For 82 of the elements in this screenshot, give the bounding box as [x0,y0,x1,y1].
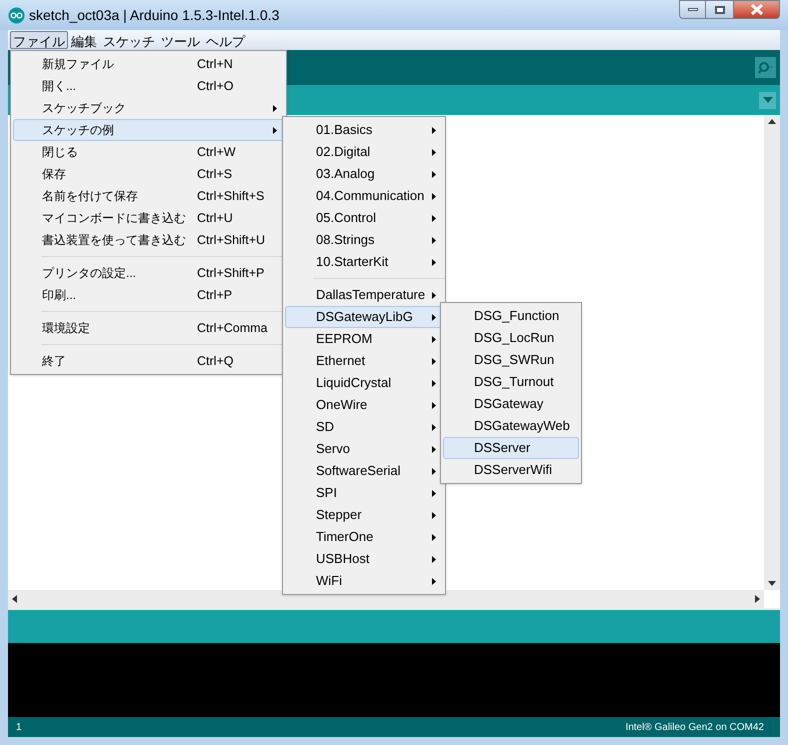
menu-item[interactable]: Servo [285,438,443,460]
submenu-arrow-icon [432,292,436,298]
menu-item[interactable]: Ethernet [285,350,443,372]
window-title: sketch_oct03a | Arduino 1.5.3-Intel.1.0.3 [29,6,280,25]
board-status: Intel® Galileo Gen2 on COM42 [625,720,765,734]
menu-item[interactable]: スケッチ [100,31,158,49]
close-button[interactable] [733,0,780,19]
submenu-arrow-icon [432,512,436,518]
menu-item[interactable]: DSGatewayWeb [443,415,579,437]
app-logo-icon [8,6,25,24]
maximize-button[interactable] [706,0,733,19]
scroll-right-icon[interactable] [755,595,760,603]
submenu-arrow-icon [432,148,436,156]
menu-item[interactable]: SoftwareSerial [285,460,443,482]
submenu-arrow-icon [273,126,277,134]
submenu-arrow-icon [432,402,436,408]
menu-item[interactable]: Stepper [285,504,443,526]
menu-item[interactable]: 保存 Ctrl+S [13,163,284,185]
scroll-up-icon[interactable] [768,119,776,124]
menu-item[interactable]: DSServerWifi [443,459,579,481]
submenu-arrow-icon [432,236,436,244]
menu-item[interactable]: DallasTemperature [285,284,443,306]
menu-item[interactable]: 閉じる Ctrl+W [13,141,284,163]
menu-item[interactable]: USBHost [285,548,443,570]
menu-item[interactable]: DSG_LocRun [443,327,579,349]
submenu-arrow-icon [432,380,436,386]
submenu-arrow-icon [432,314,436,320]
menu-item[interactable]: 印刷... Ctrl+P [13,284,284,306]
submenu-arrow-icon [432,170,436,178]
menu-item[interactable]: マイコンボードに書き込む Ctrl+U [13,207,284,229]
tab-menu-icon[interactable] [759,92,776,108]
submenu-arrow-icon [432,126,436,134]
menu-item[interactable]: 05.Control [285,207,443,229]
menu-item[interactable]: 開く... Ctrl+O [13,75,284,97]
menu-item[interactable]: スケッチの例 [13,119,284,141]
menu-item[interactable]: 01.Basics [285,119,443,141]
menu-item[interactable]: ヘルプ [203,31,248,49]
menu-item[interactable]: EEPROM [285,328,443,350]
menu-item[interactable]: ファイル [10,31,68,49]
submenu-arrow-icon [432,258,436,266]
menu-item[interactable]: スケッチブック [13,97,284,119]
scroll-down-icon[interactable] [768,581,776,586]
menu-item[interactable]: DSGatewayLibG [285,306,443,328]
minimize-button[interactable] [679,0,706,19]
menu-item[interactable]: DSG_Function [443,305,579,327]
menu-item[interactable]: SPI [285,482,443,504]
menu-item[interactable]: LiquidCrystal [285,372,443,394]
submenu-arrow-icon [432,336,436,342]
line-number: 1 [16,720,22,734]
menu-item[interactable]: DSG_SWRun [443,349,579,371]
menu-item[interactable]: TimerOne [285,526,443,548]
scroll-left-icon[interactable] [12,595,17,603]
submenu-arrow-icon [432,534,436,540]
submenu-arrow-icon [432,468,436,474]
menu-item[interactable]: 08.Strings [285,229,443,251]
submenu-arrow-icon [432,446,436,452]
menu-item[interactable]: ツール [158,31,203,49]
close-icon [750,4,764,15]
submenu-arrow-icon [432,214,436,222]
menu-item[interactable]: 02.Digital [285,141,443,163]
submenu-arrow-icon [273,104,277,112]
submenu-arrow-icon [432,192,436,200]
menu-item[interactable]: OneWire [285,394,443,416]
submenu-arrow-icon [432,358,436,364]
menu-item[interactable]: 編集 [68,31,100,49]
menu-item[interactable]: DSServer [443,437,579,459]
menu-item[interactable]: DSGateway [443,393,579,415]
submenu-arrow-icon [432,556,436,562]
submenu-arrow-icon [432,490,436,496]
menu-item[interactable]: SD [285,416,443,438]
submenu-arrow-icon [432,424,436,430]
menu-item[interactable]: 10.StarterKit [285,251,443,273]
menu-item[interactable]: 終了 Ctrl+Q [13,350,284,372]
menu-item[interactable]: 名前を付けて保存 Ctrl+Shift+S [13,185,284,207]
menu-item[interactable]: 04.Communication [285,185,443,207]
menu-item[interactable]: 書込装置を使って書き込む Ctrl+Shift+U [13,229,284,251]
menu-item[interactable]: 03.Analog [285,163,443,185]
menu-item[interactable]: プリンタの設定... Ctrl+Shift+P [13,262,284,284]
menu-item[interactable]: WiFi [285,570,443,592]
submenu-arrow-icon [432,578,436,584]
menu-item[interactable]: DSG_Turnout [443,371,579,393]
menu-item[interactable]: 環境設定 Ctrl+Comma [13,317,284,339]
